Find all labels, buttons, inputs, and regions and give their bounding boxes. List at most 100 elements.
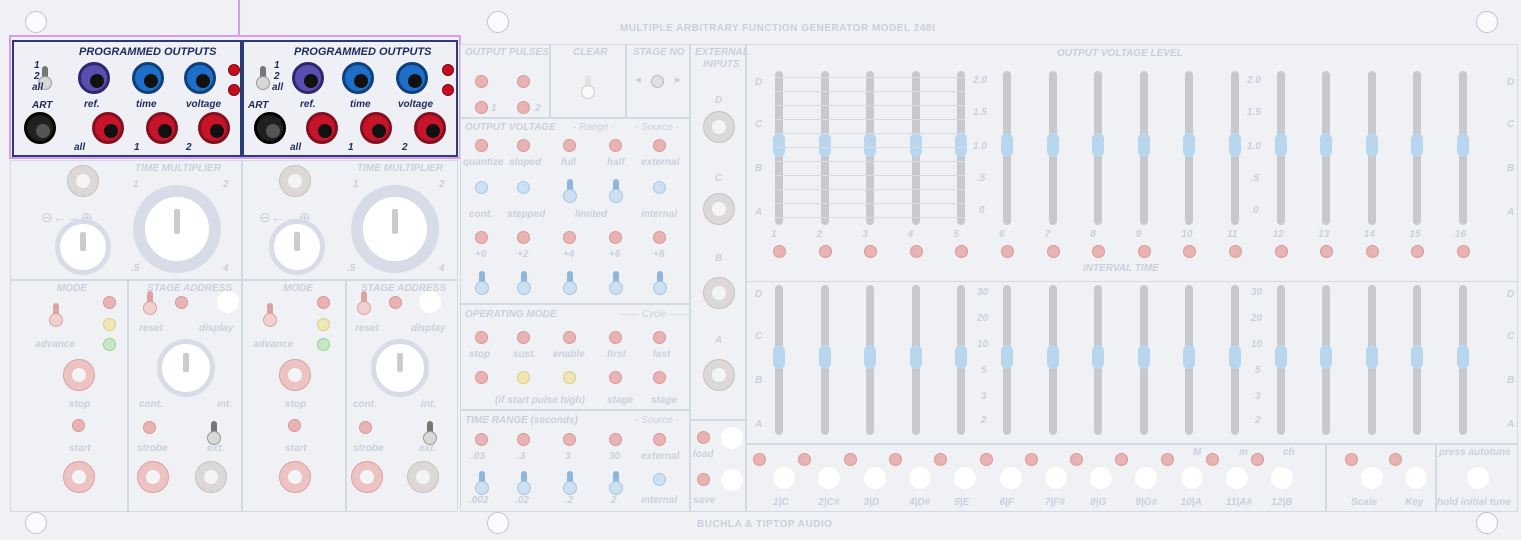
stage-address-cv-jack[interactable]: [195, 461, 227, 493]
stage-address-knob[interactable]: [157, 339, 215, 397]
voltage-slider-handle[interactable]: [773, 133, 785, 157]
note-key-button[interactable]: [818, 467, 841, 489]
stage-address-cv-jack[interactable]: [407, 461, 439, 493]
out-2-jack[interactable]: [414, 112, 446, 144]
time-jack[interactable]: [342, 62, 374, 94]
strobe-jack[interactable]: [137, 461, 169, 493]
pulse-2-jack[interactable]: [517, 101, 530, 114]
offset-4-toggle[interactable]: [563, 271, 577, 295]
int-ext-toggle[interactable]: [423, 421, 437, 445]
note-key-button[interactable]: [1271, 467, 1294, 489]
all-jack[interactable]: [306, 112, 338, 144]
sustain-button[interactable]: [517, 371, 530, 384]
output-select-toggle[interactable]: [256, 66, 270, 90]
note-key-button[interactable]: [999, 467, 1022, 489]
art-jack[interactable]: [24, 112, 56, 144]
range-toggle[interactable]: [517, 471, 531, 495]
range-toggle-half[interactable]: [609, 179, 623, 203]
time-multiplier-cv-jack[interactable]: [67, 165, 99, 197]
voltage-slider-handle[interactable]: [909, 133, 922, 157]
range-toggle[interactable]: [563, 471, 577, 495]
key-button[interactable]: [1405, 467, 1427, 489]
voltage-jack[interactable]: [184, 62, 216, 94]
mode-toggle[interactable]: [49, 303, 63, 327]
voltage-slider-handle[interactable]: [1320, 133, 1333, 157]
out-2-jack[interactable]: [198, 112, 230, 144]
note-key-button[interactable]: [863, 467, 886, 489]
start-jack[interactable]: [63, 461, 95, 493]
out-1-jack[interactable]: [360, 112, 392, 144]
display-button[interactable]: [419, 291, 441, 313]
start-jack[interactable]: [279, 461, 311, 493]
voltage-slider-handle[interactable]: [864, 133, 877, 157]
strobe-button[interactable]: [143, 421, 156, 434]
voltage-slider-handle[interactable]: [1183, 133, 1196, 157]
out-1-jack[interactable]: [146, 112, 178, 144]
ref-jack[interactable]: [78, 62, 110, 94]
voltage-slider-handle[interactable]: [955, 133, 968, 157]
input-d-jack[interactable]: [703, 111, 735, 143]
voltage-slider-handle[interactable]: [1274, 133, 1287, 157]
offset-0-toggle[interactable]: [475, 271, 489, 295]
note-key-button[interactable]: [1090, 467, 1113, 489]
interval-slider-handle[interactable]: [773, 345, 785, 369]
note-key-button[interactable]: [908, 467, 931, 489]
autotune-button[interactable]: [1467, 467, 1489, 489]
stop-button[interactable]: [72, 419, 85, 432]
voltage-slider-handle[interactable]: [1137, 133, 1150, 157]
advance-jack[interactable]: [279, 359, 311, 391]
time-multiplier-knob[interactable]: [351, 185, 439, 273]
mode-toggle[interactable]: [263, 303, 277, 327]
interval-slider-handle[interactable]: [1365, 345, 1378, 369]
sloped-button[interactable]: [517, 181, 530, 194]
input-c-jack[interactable]: [703, 193, 735, 225]
voltage-slider-handle[interactable]: [818, 133, 831, 157]
note-key-button[interactable]: [773, 467, 795, 489]
time-multiplier-cv-jack[interactable]: [279, 165, 311, 197]
offset-2-toggle[interactable]: [517, 271, 531, 295]
clear-toggle[interactable]: [581, 75, 595, 99]
range-toggle[interactable]: [475, 471, 489, 495]
input-b-jack[interactable]: [703, 277, 735, 309]
interval-slider-handle[interactable]: [1183, 345, 1196, 369]
note-key-button[interactable]: [1044, 467, 1067, 489]
time-jack[interactable]: [132, 62, 164, 94]
voltage-slider-handle[interactable]: [1365, 133, 1378, 157]
voltage-slider-handle[interactable]: [1046, 133, 1059, 157]
interval-slider-handle[interactable]: [1320, 345, 1333, 369]
interval-slider-handle[interactable]: [1001, 345, 1013, 369]
source-button[interactable]: [653, 181, 666, 194]
enable-button[interactable]: [563, 371, 576, 384]
all-jack[interactable]: [92, 112, 124, 144]
interval-slider-handle[interactable]: [909, 345, 922, 369]
interval-slider-handle[interactable]: [1274, 345, 1287, 369]
voltage-slider-handle[interactable]: [1092, 133, 1105, 157]
voltage-slider-handle[interactable]: [1001, 133, 1013, 157]
interval-slider-handle[interactable]: [1411, 345, 1424, 369]
time-multiplier-knob[interactable]: [133, 185, 221, 273]
advance-jack[interactable]: [63, 359, 95, 391]
stage-address-toggle[interactable]: [357, 291, 371, 315]
range-toggle[interactable]: [609, 471, 623, 495]
interval-slider-handle[interactable]: [818, 345, 831, 369]
note-key-button[interactable]: [954, 467, 977, 489]
voltage-slider-handle[interactable]: [1457, 133, 1469, 157]
interval-slider-handle[interactable]: [1046, 345, 1059, 369]
interval-slider-handle[interactable]: [1229, 345, 1241, 369]
strobe-jack[interactable]: [351, 461, 383, 493]
interval-slider-handle[interactable]: [864, 345, 877, 369]
range-toggle-full[interactable]: [563, 179, 577, 203]
first-stage-button[interactable]: [609, 371, 622, 384]
voltage-slider-handle[interactable]: [1411, 133, 1424, 157]
ref-jack[interactable]: [292, 62, 324, 94]
quantize-button[interactable]: [475, 181, 488, 194]
stop-button[interactable]: [288, 419, 301, 432]
load-button[interactable]: [721, 427, 743, 449]
offset-6-toggle[interactable]: [609, 271, 623, 295]
pulse-1-jack[interactable]: [475, 101, 488, 114]
cv-attenuator-knob[interactable]: [269, 219, 325, 275]
cv-attenuator-knob[interactable]: [55, 219, 111, 275]
interval-slider-handle[interactable]: [1137, 345, 1150, 369]
input-a-jack[interactable]: [703, 359, 735, 391]
int-ext-toggle[interactable]: [207, 421, 221, 445]
